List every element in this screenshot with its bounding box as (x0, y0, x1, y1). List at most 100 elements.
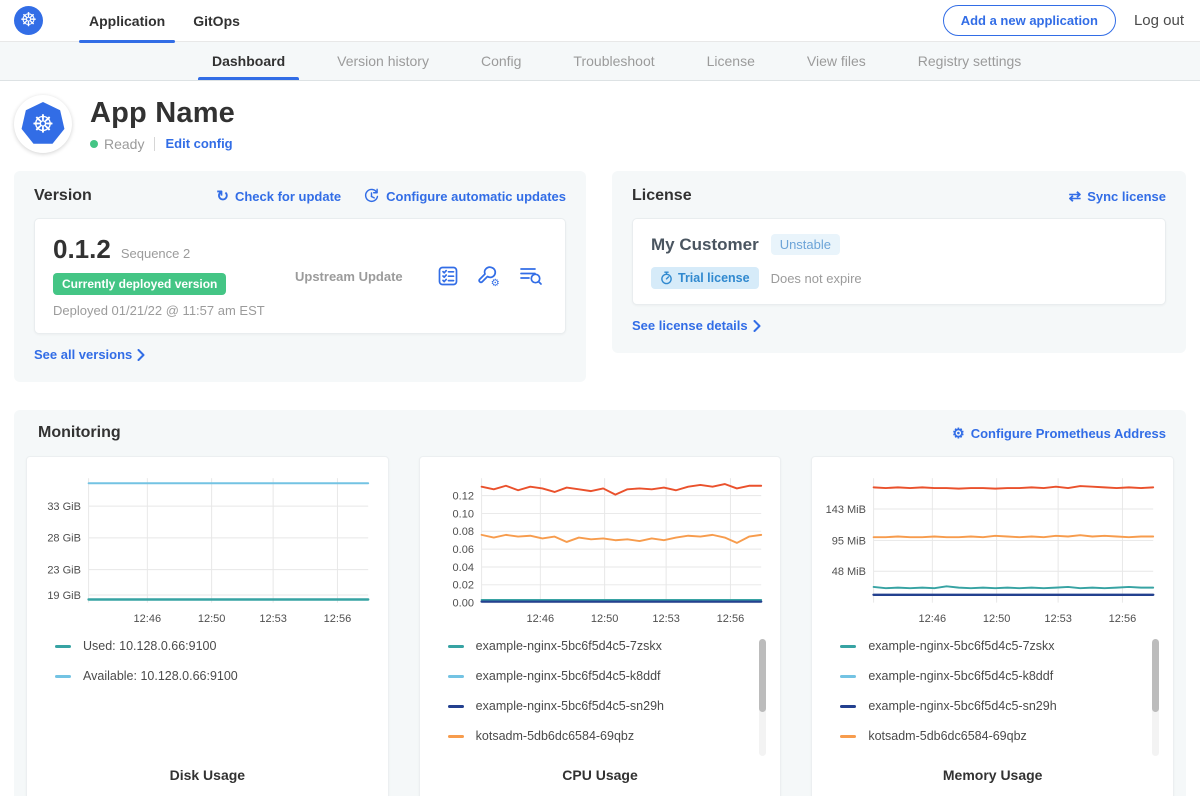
legend-color-dash (840, 705, 856, 708)
version-card: Version ↻ Check for update Configure aut… (14, 171, 586, 382)
legend-scrollbar-thumb[interactable] (759, 639, 766, 712)
legend-color-dash (448, 705, 464, 708)
svg-text:23 GiB: 23 GiB (47, 564, 81, 576)
preflight-checks-icon[interactable] (437, 265, 459, 287)
top-nav: ☸ ApplicationGitOps Add a new applicatio… (0, 0, 1200, 42)
subnav-tab-version-history[interactable]: Version history (311, 42, 455, 80)
svg-text:0.06: 0.06 (452, 544, 473, 556)
add-application-button[interactable]: Add a new application (943, 5, 1116, 36)
kubernetes-logo-icon[interactable]: ☸ (14, 6, 43, 35)
cpu-usage-chart-title: CPU Usage (428, 761, 773, 796)
disk-usage-legend: Used: 10.128.0.66:9100 Available: 10.128.… (43, 639, 374, 761)
status-badge: Ready (104, 136, 144, 152)
legend-scrollbar[interactable] (759, 639, 766, 756)
legend-scrollbar[interactable] (1152, 639, 1159, 756)
cpu-usage-plot: 0.000.020.040.060.080.100.1212:4612:5012… (428, 467, 773, 633)
configure-prometheus-button[interactable]: ⚙ Configure Prometheus Address (952, 425, 1166, 442)
svg-text:⚙: ⚙ (491, 278, 500, 288)
legend-color-dash (840, 735, 856, 738)
svg-text:☸: ☸ (32, 110, 54, 138)
refresh-icon: ↻ (216, 187, 229, 205)
sync-license-button[interactable]: ⇄ Sync license (1069, 187, 1166, 205)
legend-item: example-nginx-5bc6f5d4c5-k8ddf (448, 669, 767, 683)
chevron-right-icon (753, 320, 761, 332)
app-header: ☸ App Name Ready Edit config (0, 81, 1200, 169)
version-card-title: Version (34, 187, 92, 205)
memory-usage-chart-title: Memory Usage (820, 761, 1165, 796)
legend-color-dash (840, 645, 856, 648)
sync-arrows-icon: ⇄ (1069, 187, 1082, 205)
legend-label: kotsadm-5db6dc6584-69qbz (868, 729, 1026, 743)
svg-text:12:50: 12:50 (591, 613, 619, 625)
topnav-tab-gitops[interactable]: GitOps (179, 0, 254, 42)
legend-label: example-nginx-5bc6f5d4c5-k8ddf (476, 669, 661, 683)
license-detail-card: My Customer Unstable Trial license Does … (632, 218, 1166, 305)
subnav-tab-view-files[interactable]: View files (781, 42, 892, 80)
legend-color-dash (55, 645, 71, 648)
license-card-title: License (632, 187, 692, 205)
svg-text:12:53: 12:53 (259, 613, 287, 625)
svg-text:12:53: 12:53 (652, 613, 680, 625)
svg-text:0.08: 0.08 (452, 526, 473, 538)
status-dot-icon (90, 140, 98, 148)
channel-badge: Unstable (771, 234, 840, 255)
kubernetes-heptagon-icon: ☸ (20, 101, 66, 147)
app-logo: ☸ (14, 95, 72, 153)
svg-text:0.10: 0.10 (452, 508, 473, 520)
memory-usage-chart-card: 48 MiB95 MiB143 MiB12:4612:5012:5312:56 … (811, 456, 1174, 796)
subnav-tab-license[interactable]: License (681, 42, 781, 80)
legend-item: example-nginx-5bc6f5d4c5-sn29h (840, 699, 1159, 713)
subnav-tab-registry-settings[interactable]: Registry settings (892, 42, 1047, 80)
customer-name: My Customer (651, 235, 759, 255)
config-wrench-icon[interactable]: ⚙ (477, 264, 501, 288)
svg-text:0.12: 0.12 (452, 490, 473, 502)
svg-text:19 GiB: 19 GiB (47, 590, 81, 602)
gear-icon: ⚙ (952, 425, 965, 442)
legend-item: example-nginx-5bc6f5d4c5-7zskx (840, 639, 1159, 653)
monitoring-section: Monitoring ⚙ Configure Prometheus Addres… (14, 410, 1186, 796)
chevron-right-icon (137, 349, 145, 361)
topnav-tab-application[interactable]: Application (75, 0, 179, 42)
legend-color-dash (448, 675, 464, 678)
see-license-details-link[interactable]: See license details (632, 318, 761, 333)
monitoring-title: Monitoring (38, 424, 121, 442)
memory-usage-plot: 48 MiB95 MiB143 MiB12:4612:5012:5312:56 (820, 467, 1165, 633)
version-source-label: Upstream Update (283, 269, 437, 284)
legend-item: Available: 10.128.0.66:9100 (55, 669, 374, 683)
memory-usage-legend: example-nginx-5bc6f5d4c5-7zskx example-ng… (828, 639, 1159, 761)
svg-text:12:50: 12:50 (198, 613, 226, 625)
subnav-tab-troubleshoot[interactable]: Troubleshoot (547, 42, 680, 80)
legend-label: example-nginx-5bc6f5d4c5-sn29h (476, 699, 664, 713)
legend-label: Used: 10.128.0.66:9100 (83, 639, 216, 653)
subnav-tab-config[interactable]: Config (455, 42, 547, 80)
svg-text:12:46: 12:46 (919, 613, 947, 625)
top-nav-tabs: ApplicationGitOps (75, 0, 254, 42)
configure-automatic-updates-button[interactable]: Configure automatic updates (363, 188, 566, 205)
legend-label: Available: 10.128.0.66:9100 (83, 669, 238, 683)
svg-text:95 MiB: 95 MiB (832, 535, 866, 547)
svg-text:12:46: 12:46 (134, 613, 162, 625)
svg-text:0.04: 0.04 (452, 562, 473, 574)
legend-label: kotsadm-5db6dc6584-69qbz (476, 729, 634, 743)
disk-usage-chart-title: Disk Usage (35, 761, 380, 796)
legend-item: example-nginx-5bc6f5d4c5-sn29h (448, 699, 767, 713)
license-expiry: Does not expire (771, 271, 862, 286)
see-all-versions-link[interactable]: See all versions (34, 347, 145, 362)
svg-text:12:56: 12:56 (716, 613, 744, 625)
version-number: 0.1.2 (53, 234, 111, 265)
trial-license-badge: Trial license (651, 267, 759, 289)
svg-text:12:46: 12:46 (526, 613, 554, 625)
app-name-title: App Name (90, 97, 235, 130)
edit-config-link[interactable]: Edit config (165, 136, 232, 151)
subnav-tab-dashboard[interactable]: Dashboard (186, 42, 311, 80)
check-for-update-button[interactable]: ↻ Check for update (216, 187, 341, 205)
deploy-logs-icon[interactable] (519, 265, 543, 287)
legend-color-dash (448, 645, 464, 648)
svg-text:0.00: 0.00 (452, 597, 473, 609)
svg-text:48 MiB: 48 MiB (832, 566, 866, 578)
cpu-usage-legend: example-nginx-5bc6f5d4c5-7zskxexample-ng… (436, 639, 767, 761)
legend-scrollbar-thumb[interactable] (1152, 639, 1159, 712)
svg-text:143 MiB: 143 MiB (826, 504, 866, 516)
legend-item: kotsadm-5db6dc6584-69qbz (448, 729, 767, 743)
logout-link[interactable]: Log out (1134, 12, 1184, 29)
